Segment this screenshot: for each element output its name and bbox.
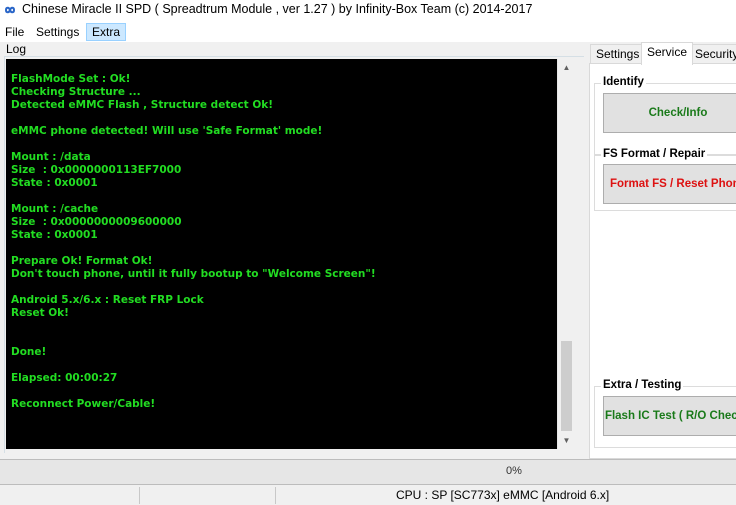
identify-group-title: Identify [601,76,646,88]
extra-testing-group-title: Extra / Testing [601,379,684,391]
log-line: Android 5.x/6.x : Reset FRP Lock [11,294,204,306]
log-line: Reset Ok! [11,307,69,319]
log-line: FlashMode Set : Ok! [11,73,131,85]
format-fs-button[interactable]: Format FS / Reset Phone [603,164,736,204]
log-line: Checking Structure ... [11,86,141,98]
menu-settings[interactable]: Settings [31,23,84,41]
menu-file[interactable]: File [0,23,29,41]
flash-ic-test-button[interactable]: Flash IC Test ( R/O Check ) [603,396,736,436]
fs-format-group-title: FS Format / Repair [601,148,708,160]
progress-label: 0% [506,465,522,477]
tab-settings[interactable]: Settings [590,44,646,64]
service-panel: Identify Check/Info FS Format / Repair F… [589,63,736,459]
status-cpu-info: CPU : SP [SC773x] eMMC [Android 6.x] [396,488,610,502]
log-line: Size : 0x0000000113EF7000 [11,164,182,176]
infinity-logo-icon [4,6,16,14]
scroll-down-icon[interactable]: ▼ [558,432,575,449]
log-line: Elapsed: 00:00:27 [11,372,118,384]
identify-group: Identify Check/Info [594,76,736,155]
progress-bar: 0% [0,459,736,485]
extra-testing-group: Extra / Testing Flash IC Test ( R/O Chec… [594,379,736,448]
log-line: Mount : /cache [11,203,99,215]
log-line: Done! [11,346,47,358]
status-bar: CPU : SP [SC773x] eMMC [Android 6.x] [0,486,736,505]
tab-security[interactable]: Security [689,44,736,64]
log-line: Prepare Ok! Format Ok! [11,255,153,267]
status-divider [275,487,276,504]
log-line: Mount : /data [11,151,91,163]
log-console[interactable]: FlashMode Set : Ok! Checking Structure ..… [6,59,557,449]
status-divider [139,487,140,504]
scroll-thumb[interactable] [561,341,572,431]
log-line: Detected eMMC Flash , Structure detect O… [11,99,274,111]
scroll-up-icon[interactable]: ▲ [558,59,575,76]
log-line: eMMC phone detected! Will use 'Safe Form… [11,125,323,137]
log-line: State : 0x0001 [11,177,98,189]
title-bar: Chinese Miracle II SPD ( Spreadtrum Modu… [0,0,736,22]
check-info-button[interactable]: Check/Info [603,93,736,133]
log-line: State : 0x0001 [11,229,98,241]
log-line: Reconnect Power/Cable! [11,398,156,410]
menu-bar: File Settings Extra [0,22,736,42]
log-label: Log [6,42,27,56]
log-lines: FlashMode Set : Ok! Checking Structure ..… [11,73,376,411]
menu-extra[interactable]: Extra [86,23,127,41]
log-scrollbar[interactable]: ▲ ▼ [557,59,574,449]
tab-service[interactable]: Service [641,42,694,65]
log-line: Size : 0x0000000009600000 [11,216,182,228]
window-title: Chinese Miracle II SPD ( Spreadtrum Modu… [22,2,533,16]
fs-format-group: FS Format / Repair Format FS / Reset Pho… [594,148,736,211]
log-line: Don't touch phone, until it fully bootup… [11,268,376,280]
